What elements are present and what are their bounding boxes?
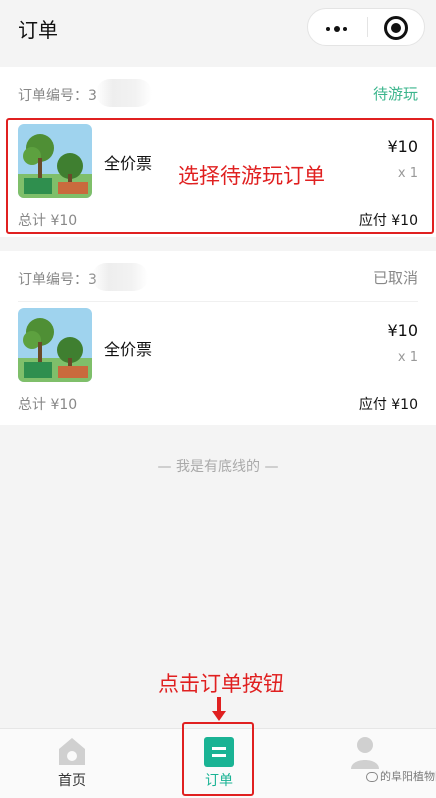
order-number: 订单编号：3 <box>18 272 97 288</box>
order-number-redaction <box>92 263 148 291</box>
product-quantity: x 1 <box>397 350 418 365</box>
tab-label: 首页 <box>58 773 86 789</box>
highlight-box-order-tab <box>182 722 254 796</box>
user-icon <box>351 737 379 769</box>
mini-program-capsule <box>307 8 425 46</box>
watermark: 的阜阳植物园 <box>366 768 436 784</box>
order-status: 已取消 <box>372 269 418 287</box>
annotation-arrow-head <box>212 711 226 721</box>
order-number-redaction <box>96 79 152 107</box>
product-name: 全价票 <box>104 340 153 359</box>
more-dots-icon[interactable] <box>326 26 348 32</box>
card-divider <box>18 301 418 302</box>
order-payable: 应付 ¥10 <box>358 397 418 413</box>
home-icon <box>59 738 85 765</box>
page-title: 订单 <box>18 18 58 42</box>
annotation-select-order: 选择待游玩订单 <box>178 164 325 188</box>
title-bar: 订单 <box>0 0 436 56</box>
wechat-icon <box>366 772 378 782</box>
product-price: ¥10 <box>387 321 418 340</box>
annotation-click-order-tab: 点击订单按钮 <box>158 672 284 696</box>
order-status: 待游玩 <box>372 85 418 103</box>
list-end-text: — 我是有底线的 — <box>157 459 279 475</box>
tab-profile[interactable] <box>314 729 414 798</box>
capsule-divider <box>367 17 368 37</box>
tab-home[interactable]: 首页 <box>22 729 122 798</box>
watermark-text: 的阜阳植物园 <box>380 770 436 783</box>
order-number: 订单编号：3 <box>18 88 97 104</box>
product-thumbnail <box>18 308 92 382</box>
order-card-2[interactable]: 订单编号：3 已取消 全价票 ¥10 x 1 总计 ¥10 应付 ¥10 <box>0 251 436 425</box>
target-circle-icon[interactable] <box>384 16 408 40</box>
order-total: 总计 ¥10 <box>18 397 78 413</box>
